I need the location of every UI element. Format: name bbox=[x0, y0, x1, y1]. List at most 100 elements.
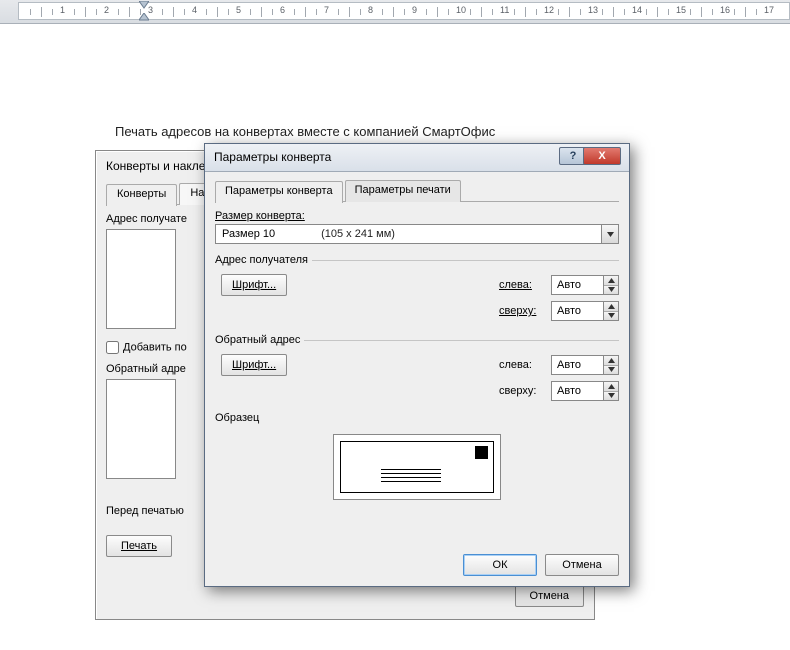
ruler-number: 9 bbox=[412, 5, 417, 15]
envelope-size-value: Размер 10 bbox=[216, 228, 281, 240]
titlebar[interactable]: Параметры конверта ? Х bbox=[205, 144, 629, 172]
ruler-number: 16 bbox=[720, 5, 730, 15]
ruler-tick bbox=[481, 7, 482, 17]
envelope-outline bbox=[340, 441, 494, 493]
return-address-group: Обратный адрес Шрифт... слева: Авто свер… bbox=[215, 334, 619, 404]
back-cancel-button[interactable]: Отмена bbox=[515, 585, 584, 607]
ruler-tick bbox=[316, 9, 317, 15]
chevron-down-icon bbox=[608, 287, 615, 292]
print-button[interactable]: Печать bbox=[106, 535, 172, 557]
return-top-spinner[interactable]: Авто bbox=[551, 381, 619, 401]
stamp-icon bbox=[475, 446, 488, 459]
ruler-tick bbox=[525, 7, 526, 17]
add-postage-label: Добавить по bbox=[123, 341, 187, 353]
ruler-number: 7 bbox=[324, 5, 329, 15]
ruler-tick bbox=[30, 9, 31, 15]
spin-down-button[interactable] bbox=[604, 365, 618, 375]
ruler-tick bbox=[184, 9, 185, 15]
return-left-spinner[interactable]: Авто bbox=[551, 355, 619, 375]
ruler-number: 6 bbox=[280, 5, 285, 15]
ruler-number: 17 bbox=[764, 5, 774, 15]
dialog-title: Параметры конверта bbox=[214, 150, 331, 164]
ruler-tick bbox=[712, 9, 713, 15]
help-icon: ? bbox=[570, 150, 577, 162]
ruler-tick bbox=[52, 9, 53, 15]
spin-up-button[interactable] bbox=[604, 356, 618, 365]
chevron-down-icon bbox=[608, 367, 615, 372]
recipient-font-button[interactable]: Шрифт... bbox=[221, 274, 287, 296]
spin-up-button[interactable] bbox=[604, 382, 618, 391]
recipient-group-legend: Адрес получателя bbox=[215, 254, 312, 266]
spin-down-button[interactable] bbox=[604, 285, 618, 295]
ruler-tick bbox=[382, 9, 383, 15]
cancel-button[interactable]: Отмена bbox=[545, 554, 619, 576]
ruler-tick bbox=[85, 7, 86, 17]
ruler: 1234567891011121314151617 bbox=[0, 0, 790, 24]
recipient-top-spinner[interactable]: Авто bbox=[551, 301, 619, 321]
ruler-tick bbox=[437, 7, 438, 17]
ruler-tick bbox=[129, 7, 130, 17]
ruler-tick bbox=[140, 9, 141, 15]
close-button[interactable]: Х bbox=[583, 147, 621, 165]
spin-down-button[interactable] bbox=[604, 311, 618, 321]
add-postage-checkbox[interactable]: Добавить по bbox=[106, 341, 187, 354]
ruler-tick bbox=[668, 9, 669, 15]
ruler-tick bbox=[624, 9, 625, 15]
ruler-tick bbox=[349, 7, 350, 17]
ruler-number: 2 bbox=[104, 5, 109, 15]
recipient-address-textarea[interactable] bbox=[106, 229, 176, 329]
size-label-row: Размер конверта: bbox=[215, 210, 619, 222]
ruler-tick bbox=[448, 9, 449, 15]
ruler-tick bbox=[41, 7, 42, 17]
ruler-tick bbox=[602, 9, 603, 15]
ruler-tick bbox=[734, 9, 735, 15]
close-icon: Х bbox=[598, 150, 605, 162]
ruler-number: 13 bbox=[588, 5, 598, 15]
chevron-up-icon bbox=[608, 384, 615, 389]
envelope-size-combo[interactable]: Размер 10 (105 x 241 мм) bbox=[215, 224, 619, 244]
tab-envelopes[interactable]: Конверты bbox=[106, 184, 177, 206]
return-address-label: Обратный адре bbox=[106, 363, 186, 375]
ok-button[interactable]: ОК bbox=[463, 554, 537, 576]
ruler-tick bbox=[536, 9, 537, 15]
ruler-tick bbox=[701, 7, 702, 17]
envelope-preview bbox=[333, 434, 501, 500]
ruler-tick bbox=[96, 9, 97, 15]
ruler-tick bbox=[206, 9, 207, 15]
recipient-left-spinner[interactable]: Авто bbox=[551, 275, 619, 295]
back-dialog-title: Конверты и накле bbox=[106, 159, 205, 173]
tab-print-options[interactable]: Параметры печати bbox=[345, 180, 461, 202]
ruler-tick bbox=[228, 9, 229, 15]
return-group-legend: Обратный адрес bbox=[215, 334, 304, 346]
ruler-tick bbox=[558, 9, 559, 15]
document-heading: Печать адресов на конвертах вместе с ком… bbox=[115, 124, 495, 139]
chevron-down-icon bbox=[608, 313, 615, 318]
ruler-number: 10 bbox=[456, 5, 466, 15]
ruler-tick bbox=[74, 9, 75, 15]
ruler-tick bbox=[162, 9, 163, 15]
before-print-label: Перед печатью bbox=[106, 505, 184, 517]
ruler-number: 11 bbox=[500, 5, 509, 15]
tab-envelope-options[interactable]: Параметры конверта bbox=[215, 181, 343, 203]
ruler-number: 5 bbox=[236, 5, 241, 15]
ruler-tick bbox=[690, 9, 691, 15]
ruler-tick bbox=[305, 7, 306, 17]
ruler-number: 1 bbox=[60, 5, 65, 15]
return-font-button[interactable]: Шрифт... bbox=[221, 354, 287, 376]
ruler-tick bbox=[404, 9, 405, 15]
recipient-left-label: слева: bbox=[499, 279, 551, 291]
ruler-inner: 1234567891011121314151617 bbox=[18, 2, 790, 20]
ruler-tick bbox=[426, 9, 427, 15]
combo-dropdown-button[interactable] bbox=[601, 225, 618, 243]
spin-up-button[interactable] bbox=[604, 302, 618, 311]
return-top-label: сверху: bbox=[499, 385, 551, 397]
chevron-up-icon bbox=[608, 358, 615, 363]
spin-up-button[interactable] bbox=[604, 276, 618, 285]
spin-down-button[interactable] bbox=[604, 391, 618, 401]
ruler-tick bbox=[492, 9, 493, 15]
return-address-textarea[interactable] bbox=[106, 379, 176, 479]
envelope-options-dialog: Параметры конверта ? Х Параметры конверт… bbox=[204, 143, 630, 587]
recipient-left-value: Авто bbox=[552, 279, 603, 291]
ruler-tick bbox=[338, 9, 339, 15]
envelope-size-label: Размер конверта: bbox=[215, 210, 305, 222]
